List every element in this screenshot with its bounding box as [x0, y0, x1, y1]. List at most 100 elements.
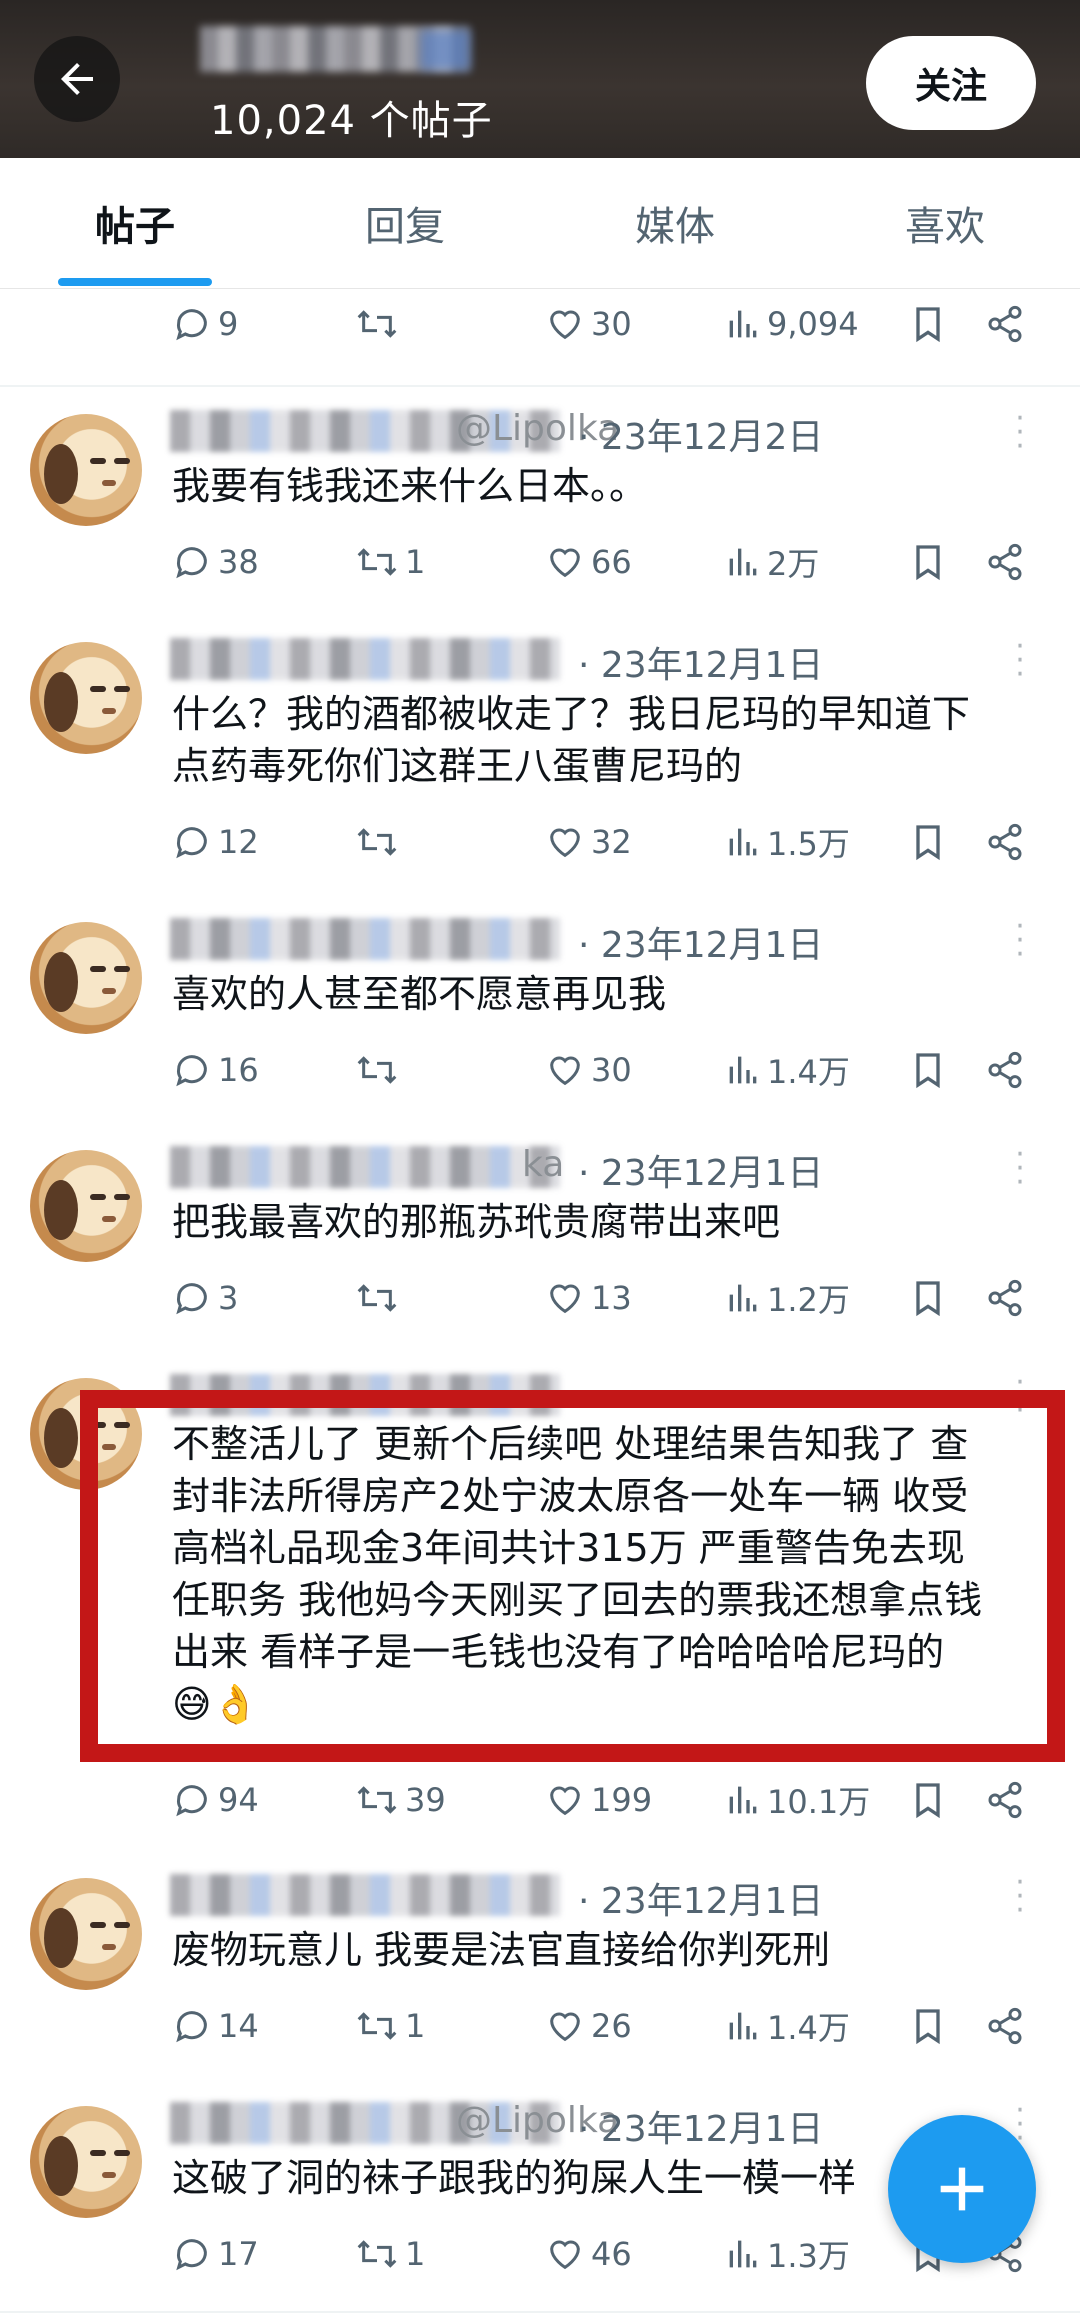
share-icon: [988, 305, 1022, 343]
views-button[interactable]: 10.1万: [725, 1770, 870, 1830]
feed-post[interactable]: · 23年12月1日 · · · 什么？我的酒都被收走了？我日尼玛的早知道下 点药毒…: [0, 612, 1080, 894]
retweet-button[interactable]: 1: [355, 2224, 425, 2284]
post-date[interactable]: · 23年12月1日: [578, 916, 823, 968]
post-date[interactable]: · 23年12月1日: [578, 636, 823, 688]
vertical-dots-icon[interactable]: · · ·: [1010, 404, 1030, 462]
author-handle[interactable]: ka: [522, 1144, 564, 1185]
profile-header: 10,024 个帖子 关注: [0, 0, 1080, 158]
feed-post[interactable]: ka · 23年12月1日 · · · 把我最喜欢的那瓶苏玳贵腐带出来吧 3 13 …: [0, 1120, 1080, 1350]
reply-button[interactable]: 17: [172, 2224, 259, 2284]
share-button[interactable]: [985, 1996, 1025, 2056]
tab-replies[interactable]: 回复: [270, 158, 540, 288]
vertical-dots-icon[interactable]: · · ·: [1010, 1868, 1030, 1926]
post-date[interactable]: · 23年12月1日: [578, 1872, 823, 1924]
bookmark-button[interactable]: [910, 294, 946, 354]
share-button[interactable]: [985, 1268, 1025, 1328]
bookmark-button[interactable]: [910, 812, 946, 872]
retweet-button[interactable]: [355, 1268, 405, 1328]
reply-count: 12: [218, 823, 259, 861]
feed-post[interactable]: · 23年12月1日 · · · 废物玩意儿 我要是法官直接给你判死刑 14 1 2…: [0, 1848, 1080, 2078]
like-button[interactable]: 30: [545, 294, 632, 354]
reply-button[interactable]: 16: [172, 1040, 259, 1100]
tab-media[interactable]: 媒体: [540, 158, 810, 288]
views-count: 1.4万: [767, 2009, 850, 2047]
avatar[interactable]: [30, 922, 142, 1034]
like-button[interactable]: 26: [545, 1996, 632, 2056]
reply-button[interactable]: 38: [172, 532, 259, 592]
author-name-blurred[interactable]: [170, 1146, 560, 1188]
reply-button[interactable]: 3: [172, 1268, 238, 1328]
views-button[interactable]: 1.3万: [725, 2224, 850, 2284]
feed-post-partial[interactable]: 9 30 9,094: [0, 290, 1080, 387]
like-button[interactable]: 32: [545, 812, 632, 872]
vertical-dots-icon[interactable]: · · ·: [1010, 912, 1030, 970]
share-button[interactable]: [985, 532, 1025, 592]
like-count: 199: [591, 1781, 653, 1819]
views-button[interactable]: 1.5万: [725, 812, 850, 872]
share-button[interactable]: [985, 294, 1025, 354]
retweet-button[interactable]: [355, 294, 405, 354]
bookmark-icon: [916, 545, 940, 581]
reply-button[interactable]: 14: [172, 1996, 259, 2056]
avatar[interactable]: [30, 2106, 142, 2218]
compose-button[interactable]: [888, 2115, 1036, 2263]
bookmark-button[interactable]: [910, 1268, 946, 1328]
views-button[interactable]: 1.4万: [725, 1996, 850, 2056]
arrow-left-icon: [61, 63, 93, 95]
author-name-blurred[interactable]: [170, 1874, 560, 1916]
share-button[interactable]: [985, 1770, 1025, 1830]
like-button[interactable]: 30: [545, 1040, 632, 1100]
bookmark-button[interactable]: [910, 1040, 946, 1100]
avatar[interactable]: [30, 642, 142, 754]
share-button[interactable]: [985, 812, 1025, 872]
views-button[interactable]: 9,094: [725, 294, 859, 354]
post-date[interactable]: · 23年12月2日: [578, 408, 823, 460]
post-actions: 3 13 1.2万: [0, 1268, 1080, 1328]
speech-bubble-icon: [176, 2011, 207, 2043]
back-button[interactable]: [34, 36, 120, 122]
views-button[interactable]: 1.2万: [725, 1268, 850, 1328]
heart-icon: [550, 2240, 580, 2270]
retweet-button[interactable]: 1: [355, 1996, 425, 2056]
bookmark-button[interactable]: [910, 532, 946, 592]
share-button[interactable]: [985, 1040, 1025, 1100]
views-button[interactable]: 2万: [725, 532, 819, 592]
avatar[interactable]: [30, 414, 142, 526]
tab-posts[interactable]: 帖子: [0, 158, 270, 288]
avatar[interactable]: [30, 1150, 142, 1262]
bookmark-button[interactable]: [910, 1996, 946, 2056]
retweet-button[interactable]: 1: [355, 532, 425, 592]
reply-button[interactable]: 9: [172, 294, 238, 354]
like-button[interactable]: 46: [545, 2224, 632, 2284]
like-button[interactable]: 13: [545, 1268, 632, 1328]
reply-button[interactable]: 12: [172, 812, 259, 872]
retweet-button[interactable]: [355, 1040, 405, 1100]
retweet-button[interactable]: [355, 812, 405, 872]
share-icon: [988, 2007, 1022, 2045]
feed-post[interactable]: @Lipolka · 23年12月2日 · · · 我要有钱我还来什么日本。。 38…: [0, 387, 1080, 614]
author-name-blurred[interactable]: [170, 638, 560, 680]
reply-button[interactable]: 94: [172, 1770, 259, 1830]
vertical-dots-icon[interactable]: · · ·: [1010, 632, 1030, 690]
avatar[interactable]: [30, 1878, 142, 1990]
like-button[interactable]: 66: [545, 532, 632, 592]
post-date[interactable]: · 23年12月1日: [578, 2100, 823, 2152]
retweet-button[interactable]: 39: [355, 1770, 446, 1830]
feed-post[interactable]: · 23年12月1日 · · · 喜欢的人甚至都不愿意再见我 16 30 1.4万: [0, 892, 1080, 1122]
bookmark-button[interactable]: [910, 1770, 946, 1830]
bar-chart-icon: [729, 548, 757, 576]
post-count: 10,024 个帖子: [210, 98, 493, 144]
vertical-dots-icon[interactable]: · · ·: [1010, 1140, 1030, 1198]
active-tab-indicator: [58, 278, 212, 286]
reply-count: 9: [218, 305, 239, 343]
retweet-icon: [357, 2240, 397, 2268]
views-button[interactable]: 1.4万: [725, 1040, 850, 1100]
follow-button[interactable]: 关注: [866, 36, 1036, 130]
retweet-count: 1: [405, 2235, 426, 2273]
post-text: 什么？我的酒都被收走了？我日尼玛的早知道下 点药毒死你们这群王八蛋曹尼玛的: [172, 692, 971, 788]
bar-chart-icon: [729, 828, 757, 856]
like-button[interactable]: 199: [545, 1770, 652, 1830]
post-date[interactable]: · 23年12月1日: [578, 1144, 823, 1196]
author-name-blurred[interactable]: [170, 918, 560, 960]
tab-likes[interactable]: 喜欢: [810, 158, 1080, 288]
